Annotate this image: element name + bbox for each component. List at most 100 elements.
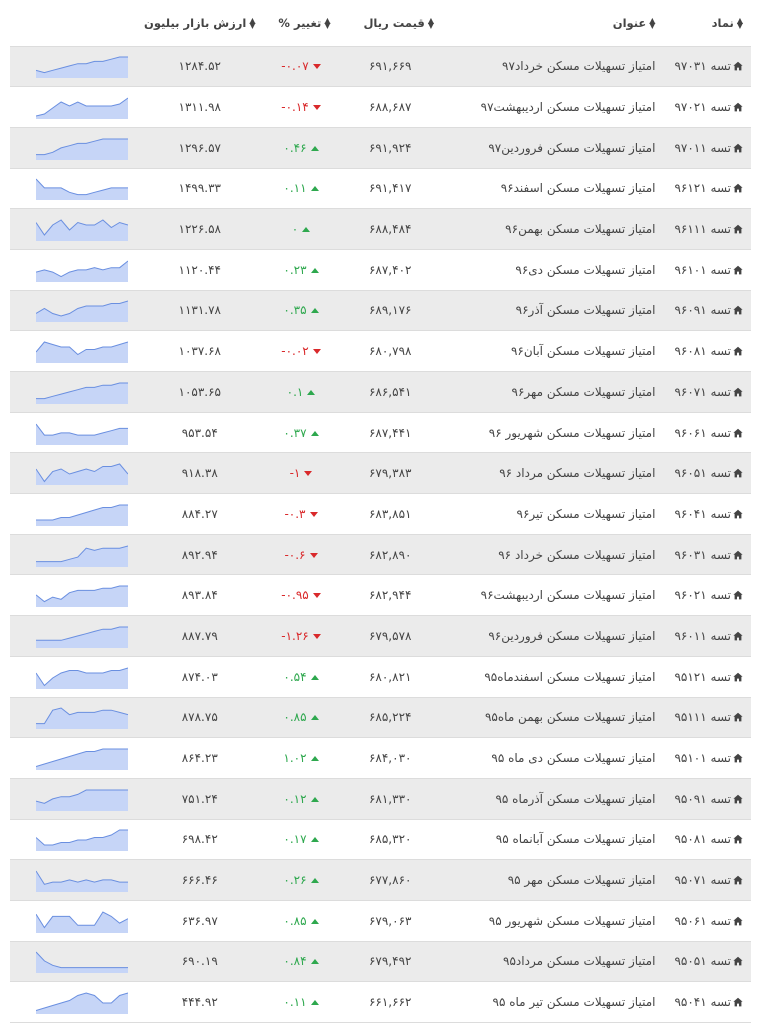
sparkline-cell xyxy=(10,616,136,657)
symbol-link[interactable]: تسه ۹۷۰۱۱ xyxy=(674,141,743,155)
symbol-link[interactable]: تسه ۹۵۱۰۱ xyxy=(674,751,743,765)
change-cell: ۱.۰۲ xyxy=(264,738,339,779)
table-row[interactable]: تسه ۹۶۰۲۱ امتیاز تسهیلات مسکن اردیبهشت۹۶ ۶… xyxy=(10,574,751,616)
column-header-change[interactable]: ▲ ▼تغییر % xyxy=(264,0,339,46)
change-cell: ۰.۱۲ xyxy=(264,778,339,819)
table-row[interactable]: تسه ۹۵۰۵۱ امتیاز تسهیلات مسکن مرداد۹۵ ۶۷۹,… xyxy=(10,941,751,982)
symbol-link[interactable]: تسه ۹۶۰۳۱ xyxy=(674,548,743,562)
symbol-link[interactable]: تسه ۹۵۰۸۱ xyxy=(674,832,743,846)
change-value: -۰.۰۲ xyxy=(281,344,309,359)
sparkline-cell xyxy=(10,87,136,128)
symbol-cell[interactable]: تسه ۹۶۱۰۱ xyxy=(663,249,751,290)
symbol-link[interactable]: تسه ۹۷۰۲۱ xyxy=(674,100,743,114)
symbol-link[interactable]: تسه ۹۵۰۵۱ xyxy=(674,954,743,968)
symbol-link[interactable]: تسه ۹۶۱۱۱ xyxy=(674,222,743,236)
sparkline-cell xyxy=(10,290,136,331)
symbol-cell[interactable]: تسه ۹۶۰۸۱ xyxy=(663,331,751,372)
symbol-link[interactable]: تسه ۹۶۱۲۱ xyxy=(674,181,743,195)
column-header-price[interactable]: ▲ ▼قیمت ریال xyxy=(338,0,442,46)
table-row[interactable]: تسه ۹۵۰۸۱ امتیاز تسهیلات مسکن آبانماه ۹۵ ۶… xyxy=(10,819,751,860)
symbol-link[interactable]: تسه ۹۵۰۷۱ xyxy=(674,873,743,887)
table-row[interactable]: تسه ۹۶۰۷۱ امتیاز تسهیلات مسکن مهر۹۶ ۶۸۶,۵۴… xyxy=(10,371,751,413)
symbol-cell[interactable]: تسه ۹۵۰۵۱ xyxy=(663,941,751,982)
symbol-cell[interactable]: تسه ۹۶۰۱۱ xyxy=(663,616,751,657)
column-header-symbol[interactable]: ▲ ▼نماد xyxy=(663,0,751,46)
table-row[interactable]: تسه ۹۵۰۶۱ امتیاز تسهیلات مسکن شهریور ۹۵ ۶۷… xyxy=(10,900,751,941)
change-value: ۰.۵۴ xyxy=(283,669,307,684)
symbol-cell[interactable]: تسه ۹۵۱۱۱ xyxy=(663,697,751,738)
symbol-cell[interactable]: تسه ۹۶۰۴۱ xyxy=(663,494,751,535)
symbol-link[interactable]: تسه ۹۶۰۴۱ xyxy=(674,507,743,521)
triangle-up-icon xyxy=(307,389,316,395)
symbol-cell[interactable]: تسه ۹۵۰۷۱ xyxy=(663,860,751,901)
symbol-cell[interactable]: تسه ۹۶۰۶۱ xyxy=(663,412,751,453)
symbol-cell[interactable]: تسه ۹۵۰۹۱ xyxy=(663,778,751,819)
symbol-cell[interactable]: تسه ۹۵۰۴۱ xyxy=(663,982,751,1023)
symbol-cell[interactable]: تسه ۹۷۰۳۱ xyxy=(663,46,751,87)
table-row[interactable]: تسه ۹۶۰۶۱ امتیاز تسهیلات مسکن شهریور ۹۶ ۶۸… xyxy=(10,412,751,453)
table-row[interactable]: تسه ۹۷۰۳۱ امتیاز تسهیلات مسکن خرداد۹۷ ۶۹۱,… xyxy=(10,46,751,87)
symbol-link[interactable]: تسه ۹۶۰۵۱ xyxy=(674,466,743,480)
table-row[interactable]: تسه ۹۵۱۰۱ امتیاز تسهیلات مسکن دی ماه ۹۵ ۶۸… xyxy=(10,737,751,779)
column-header-title[interactable]: ▲ ▼عنوان xyxy=(442,0,663,46)
table-row[interactable]: تسه ۹۶۰۹۱ امتیاز تسهیلات مسکن آذر۹۶ ۶۸۹,۱۷… xyxy=(10,290,751,331)
table-row[interactable]: تسه ۹۶۰۴۱ امتیاز تسهیلات مسکن تیر۹۶ ۶۸۳,۸۵… xyxy=(10,493,751,535)
symbol-link[interactable]: تسه ۹۵۰۴۱ xyxy=(674,995,743,1009)
symbol-cell[interactable]: تسه ۹۵۰۶۱ xyxy=(663,900,751,941)
table-row[interactable]: تسه ۹۶۰۳۱ امتیاز تسهیلات مسکن خرداد ۹۶ ۶۸۲… xyxy=(10,534,751,575)
table-row[interactable]: تسه ۹۷۰۲۱ امتیاز تسهیلات مسکن اردیبهشت۹۷ ۶… xyxy=(10,86,751,128)
symbol-link[interactable]: تسه ۹۵۱۱۱ xyxy=(674,710,743,724)
symbol-link[interactable]: تسه ۹۶۰۷۱ xyxy=(674,385,743,399)
price-cell: ۶۸۵,۳۲۰ xyxy=(368,832,412,847)
symbol-link[interactable]: تسه ۹۶۰۹۱ xyxy=(674,303,743,317)
symbol-cell[interactable]: تسه ۹۶۰۵۱ xyxy=(663,453,751,494)
symbol-text: تسه ۹۷۰۳۱ xyxy=(674,59,731,74)
sparkline-chart xyxy=(36,179,128,201)
table-row[interactable]: تسه ۹۵۰۷۱ امتیاز تسهیلات مسکن مهر ۹۵ ۶۷۷,۸… xyxy=(10,859,751,901)
symbol-link[interactable]: تسه ۹۵۰۶۱ xyxy=(674,914,743,928)
change-cell: -۰.۶ xyxy=(264,534,339,575)
symbol-link[interactable]: تسه ۹۵۱۲۱ xyxy=(674,670,743,684)
symbol-cell[interactable]: تسه ۹۶۱۱۱ xyxy=(663,209,751,250)
symbol-cell[interactable]: تسه ۹۵۰۸۱ xyxy=(663,819,751,860)
symbol-cell[interactable]: تسه ۹۷۰۱۱ xyxy=(663,127,751,168)
table-row[interactable]: تسه ۹۶۱۰۱ امتیاز تسهیلات مسکن دی۹۶ ۶۸۷,۴۰۲… xyxy=(10,249,751,290)
table-row[interactable]: تسه ۹۵۰۹۱ امتیاز تسهیلات مسکن آذرماه ۹۵ ۶۸… xyxy=(10,778,751,820)
symbol-link[interactable]: تسه ۹۵۰۹۱ xyxy=(674,792,743,806)
market-cap-cell: ۸۷۸.۷۵ xyxy=(181,710,218,725)
home-icon xyxy=(733,346,743,356)
symbol-text: تسه ۹۶۰۶۱ xyxy=(674,425,731,440)
symbol-cell[interactable]: تسه ۹۶۱۲۱ xyxy=(663,168,751,209)
symbol-cell[interactable]: تسه ۹۶۰۲۱ xyxy=(663,575,751,616)
symbol-cell[interactable]: تسه ۹۵۱۰۱ xyxy=(663,738,751,779)
table-row[interactable]: تسه ۹۶۱۱۱ امتیاز تسهیلات مسکن بهمن۹۶ ۶۸۸,۴… xyxy=(10,208,751,250)
table-row[interactable]: تسه ۹۷۰۱۱ امتیاز تسهیلات مسکن فروردین۹۷ ۶۹… xyxy=(10,127,751,169)
symbol-cell[interactable]: تسه ۹۶۰۳۱ xyxy=(663,534,751,575)
title-cell: امتیاز تسهیلات مسکن مهر۹۶ xyxy=(511,384,656,399)
symbol-link[interactable]: تسه ۹۶۰۲۱ xyxy=(674,588,743,602)
table-row[interactable]: تسه ۹۵۱۲۱ امتیاز تسهیلات مسکن اسفندماه۹۵ ۶… xyxy=(10,656,751,697)
symbol-cell[interactable]: تسه ۹۶۰۹۱ xyxy=(663,290,751,331)
symbol-cell[interactable]: تسه ۹۷۰۲۱ xyxy=(663,87,751,128)
symbol-text: تسه ۹۵۱۲۱ xyxy=(674,669,731,684)
symbol-link[interactable]: تسه ۹۶۱۰۱ xyxy=(674,263,743,277)
column-header-market-cap[interactable]: ▲ ▼ارزش بازار بیلیون xyxy=(136,0,264,46)
table-row[interactable]: تسه ۹۶۱۲۱ امتیاز تسهیلات مسکن اسفند۹۶ ۶۹۱,… xyxy=(10,168,751,209)
symbol-link[interactable]: تسه ۹۶۰۱۱ xyxy=(674,629,743,643)
symbol-text: تسه ۹۵۱۰۱ xyxy=(674,751,731,766)
symbol-cell[interactable]: تسه ۹۵۱۲۱ xyxy=(663,656,751,697)
home-icon xyxy=(733,835,743,844)
triangle-down-icon xyxy=(309,511,318,517)
symbol-link[interactable]: تسه ۹۶۰۸۱ xyxy=(674,344,743,358)
price-cell: ۶۸۸,۶۸۷ xyxy=(368,100,412,115)
symbol-link[interactable]: تسه ۹۷۰۳۱ xyxy=(674,59,743,73)
change-value: ۱.۰۲ xyxy=(283,751,307,766)
table-row[interactable]: تسه ۹۶۰۸۱ امتیاز تسهیلات مسکن آبان۹۶ ۶۸۰,۷… xyxy=(10,330,751,372)
table-row[interactable]: تسه ۹۵۱۱۱ امتیاز تسهیلات مسکن بهمن ماه۹۵ ۶… xyxy=(10,697,751,738)
symbol-cell[interactable]: تسه ۹۶۰۷۱ xyxy=(663,372,751,413)
table-row[interactable]: تسه ۹۶۰۵۱ امتیاز تسهیلات مسکن مرداد ۹۶ ۶۷۹… xyxy=(10,452,751,494)
table-row[interactable]: تسه ۹۶۰۱۱ امتیاز تسهیلات مسکن فروردین۹۶ ۶۷… xyxy=(10,615,751,657)
table-row[interactable]: تسه ۹۵۰۴۱ امتیاز تسهیلات مسکن تیر ماه ۹۵ ۶… xyxy=(10,981,751,1023)
sparkline-chart xyxy=(36,911,128,933)
symbol-link[interactable]: تسه ۹۶۰۶۱ xyxy=(674,426,743,440)
